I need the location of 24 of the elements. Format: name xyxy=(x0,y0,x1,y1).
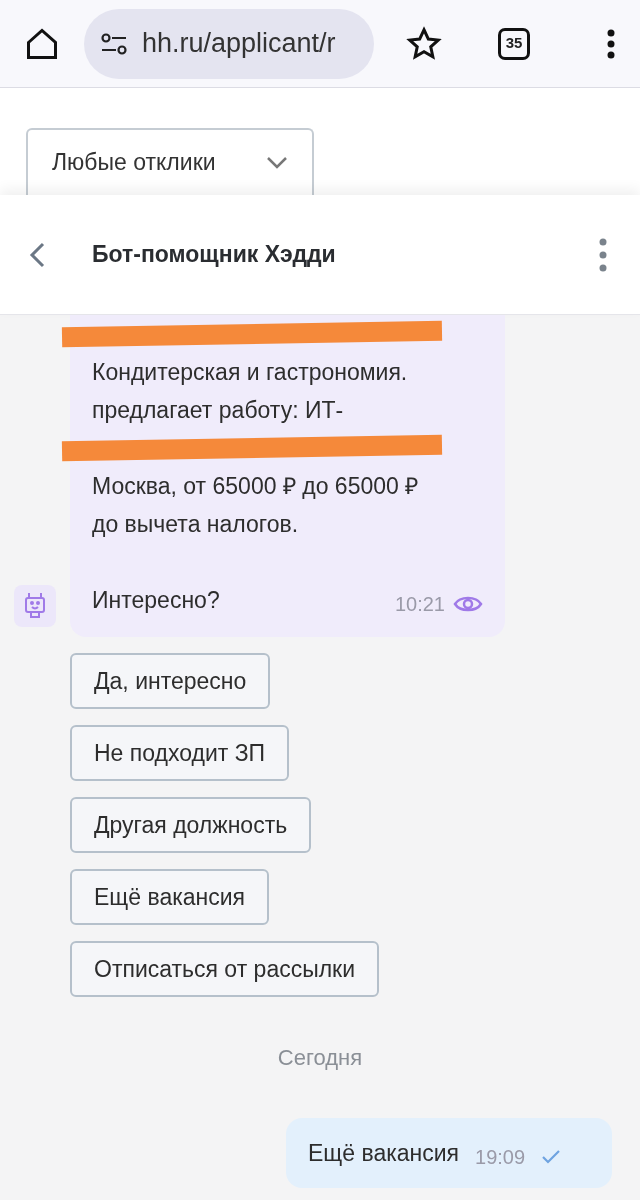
url-text: hh.ru/applicant/r xyxy=(142,27,336,61)
message-time: 19:09 xyxy=(475,1145,526,1170)
quick-reply-button[interactable]: Ещё вакансия xyxy=(70,869,270,925)
chat-title: Бот-помощник Хэдди xyxy=(92,240,336,270)
message-line: Москва, от 65000 ₽ до 65000 ₽ xyxy=(92,472,419,501)
chevron-icon xyxy=(266,155,288,170)
address-bar[interactable]: hh.ru/applicant/r xyxy=(84,8,374,79)
quick-reply-button[interactable]: Отписаться от рассылки xyxy=(70,941,380,997)
robot-icon xyxy=(23,591,47,621)
message-line: Кондитерская и гастрономия. xyxy=(92,358,408,387)
menu-icon[interactable] xyxy=(606,28,616,59)
message-line: до вычета налогов. xyxy=(92,510,299,539)
message-text: Ещё вакансия xyxy=(308,1138,460,1168)
quick-reply-button[interactable]: Да, интересно xyxy=(70,653,271,709)
message-line: Интересно? xyxy=(92,586,220,615)
quick-reply-button[interactable]: Не подходит ЗП xyxy=(70,725,290,781)
message-line: предлагает работу: ИТ- xyxy=(92,396,344,425)
back-icon[interactable] xyxy=(28,240,46,269)
tab-count[interactable]: 35 xyxy=(498,27,530,60)
date-divider: Сегодня xyxy=(277,1044,363,1072)
message-time: 10:21 xyxy=(394,592,445,617)
quick-reply-button[interactable]: Другая должность xyxy=(70,797,312,853)
star-icon[interactable] xyxy=(406,25,442,62)
more-icon[interactable] xyxy=(598,237,608,272)
